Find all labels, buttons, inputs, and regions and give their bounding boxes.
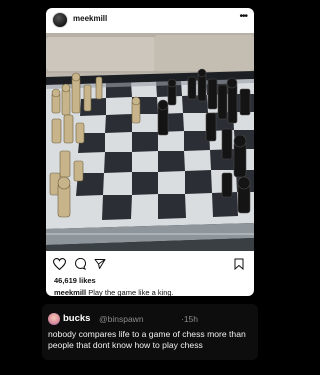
comment-icon[interactable] (74, 257, 87, 275)
bookmark-icon[interactable] (234, 257, 244, 275)
tweet-text: nobody compares life to a game of chess … (48, 329, 246, 350)
post-header: meekmill ••• (46, 8, 254, 32)
post-username[interactable]: meekmill (73, 14, 107, 23)
tweet-author-name[interactable]: bucks (63, 313, 90, 324)
chessboard-photo (46, 33, 254, 251)
tweet-timestamp: ·15h (181, 314, 199, 324)
tweet-author-handle[interactable]: @binspawn (99, 314, 144, 324)
post-photo-chessboard (46, 33, 254, 251)
share-icon[interactable] (94, 257, 106, 275)
avatar[interactable] (48, 313, 60, 325)
caption-text: Play the game like a king. (88, 288, 174, 296)
tweet-card: bucks @binspawn ·15h nobody compares lif… (42, 304, 258, 360)
caption-username[interactable]: meekmill (54, 288, 86, 296)
post-actions (46, 255, 254, 273)
likes-count[interactable]: 46,619 likes (54, 276, 96, 285)
heart-icon[interactable] (52, 257, 67, 275)
instagram-post-card: meekmill ••• 46,619 likes meekmill Play … (46, 8, 254, 296)
avatar[interactable] (52, 12, 68, 28)
more-horizontal-icon[interactable]: ••• (239, 12, 247, 22)
post-caption: meekmill Play the game like a king. (54, 288, 174, 296)
